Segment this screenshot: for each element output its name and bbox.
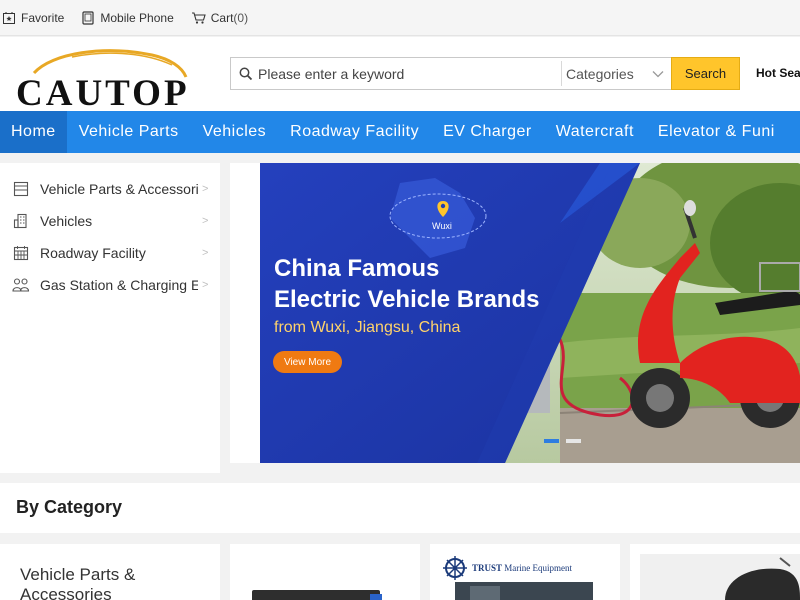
category-sidebar: Vehicle Parts & Accessori > Vehicles > R… xyxy=(0,163,220,473)
sidebar-item-roadway-facility[interactable]: Roadway Facility > xyxy=(12,242,212,264)
favorite-link[interactable]: Favorite xyxy=(2,11,64,25)
slide-dot xyxy=(566,439,581,443)
search-bar: Categories Search xyxy=(230,57,740,90)
cart-icon xyxy=(191,11,206,24)
nav-item-roadway-facility[interactable]: Roadway Facility xyxy=(278,111,431,153)
hot-search-label: Hot Sea xyxy=(756,66,800,80)
category-card-title: Vehicle Parts & Accessories xyxy=(20,565,136,600)
mobile-phone-label: Mobile Phone xyxy=(100,10,174,25)
category-card-image xyxy=(640,554,800,600)
chevron-down-icon xyxy=(652,70,664,77)
chevron-right-icon: > xyxy=(202,279,209,291)
top-bar: Favorite Mobile Phone Cart (0) xyxy=(0,0,800,36)
sidebar-item-vehicle-parts[interactable]: Vehicle Parts & Accessori > xyxy=(12,178,212,200)
building-icon xyxy=(12,212,30,230)
category-select[interactable]: Categories xyxy=(561,61,671,86)
map-label: Wuxi xyxy=(432,221,452,231)
people-group-icon xyxy=(12,276,30,294)
cart-link[interactable]: Cart (0) xyxy=(191,11,248,25)
hero-banner[interactable]: Wuxi China Famous Electric Vehicle Brand… xyxy=(260,163,800,463)
cart-count: (0) xyxy=(233,10,249,25)
category-card-4[interactable] xyxy=(630,544,800,600)
nav-item-vehicles[interactable]: Vehicles xyxy=(191,111,279,153)
category-select-label: Categories xyxy=(566,65,634,82)
sidebar-item-label: Roadway Facility xyxy=(40,245,146,261)
calendar-grid-icon xyxy=(12,244,30,262)
mobile-phone-link[interactable]: Mobile Phone xyxy=(81,10,174,25)
sidebar-item-gas-station[interactable]: Gas Station & Charging E > xyxy=(12,274,212,296)
nav-item-ev-charger[interactable]: EV Charger xyxy=(431,111,544,153)
sidebar-item-vehicles[interactable]: Vehicles > xyxy=(12,210,212,232)
banner-title-line2: Electric Vehicle Brands xyxy=(274,286,540,313)
banner-title-line1: China Famous xyxy=(274,255,440,282)
logo-text: CAUTOP xyxy=(16,73,188,107)
sidebar-item-label: Vehicle Parts & Accessori xyxy=(40,181,198,197)
nav-item-home[interactable]: Home xyxy=(0,111,67,153)
mobile-phone-icon xyxy=(82,10,94,25)
category-card-vehicle-parts[interactable]: Vehicle Parts & Accessories xyxy=(0,544,220,600)
cautop-logo[interactable]: CAUTOP xyxy=(12,43,188,107)
main-nav: Home Vehicle Parts Vehicles Roadway Faci… xyxy=(0,111,800,153)
sidebar-item-label: Gas Station & Charging E xyxy=(40,277,198,293)
category-card-2[interactable] xyxy=(230,544,420,600)
category-card-image xyxy=(252,590,382,600)
favorite-label: Favorite xyxy=(21,10,65,25)
header: CAUTOP Categories Search Hot Sea xyxy=(0,37,800,111)
category-heading: By Category xyxy=(16,497,123,517)
category-card-3[interactable]: TRUST Marine Equipment xyxy=(430,544,620,600)
search-icon xyxy=(234,67,258,81)
chevron-right-icon: > xyxy=(202,183,209,195)
cart-label: Cart xyxy=(210,10,234,25)
nav-item-vehicle-parts[interactable]: Vehicle Parts xyxy=(67,111,191,153)
category-header: By Category xyxy=(0,483,800,533)
archive-box-icon xyxy=(12,180,30,198)
sidebar-item-label: Vehicles xyxy=(40,213,93,229)
chevron-right-icon: > xyxy=(202,247,209,259)
favorite-icon xyxy=(3,11,15,24)
banner-subtitle: from Wuxi, Jiangsu, China xyxy=(274,319,461,336)
search-input[interactable] xyxy=(258,59,561,88)
chevron-right-icon: > xyxy=(202,215,209,227)
search-button[interactable]: Search xyxy=(671,57,740,90)
nav-item-elevator[interactable]: Elevator & Funi xyxy=(646,111,787,153)
nav-item-watercraft[interactable]: Watercraft xyxy=(544,111,646,153)
view-more-button[interactable]: View More xyxy=(273,351,342,373)
slide-dot-active xyxy=(544,439,559,443)
trust-marine-label: TRUST Marine Equipment xyxy=(472,563,572,573)
